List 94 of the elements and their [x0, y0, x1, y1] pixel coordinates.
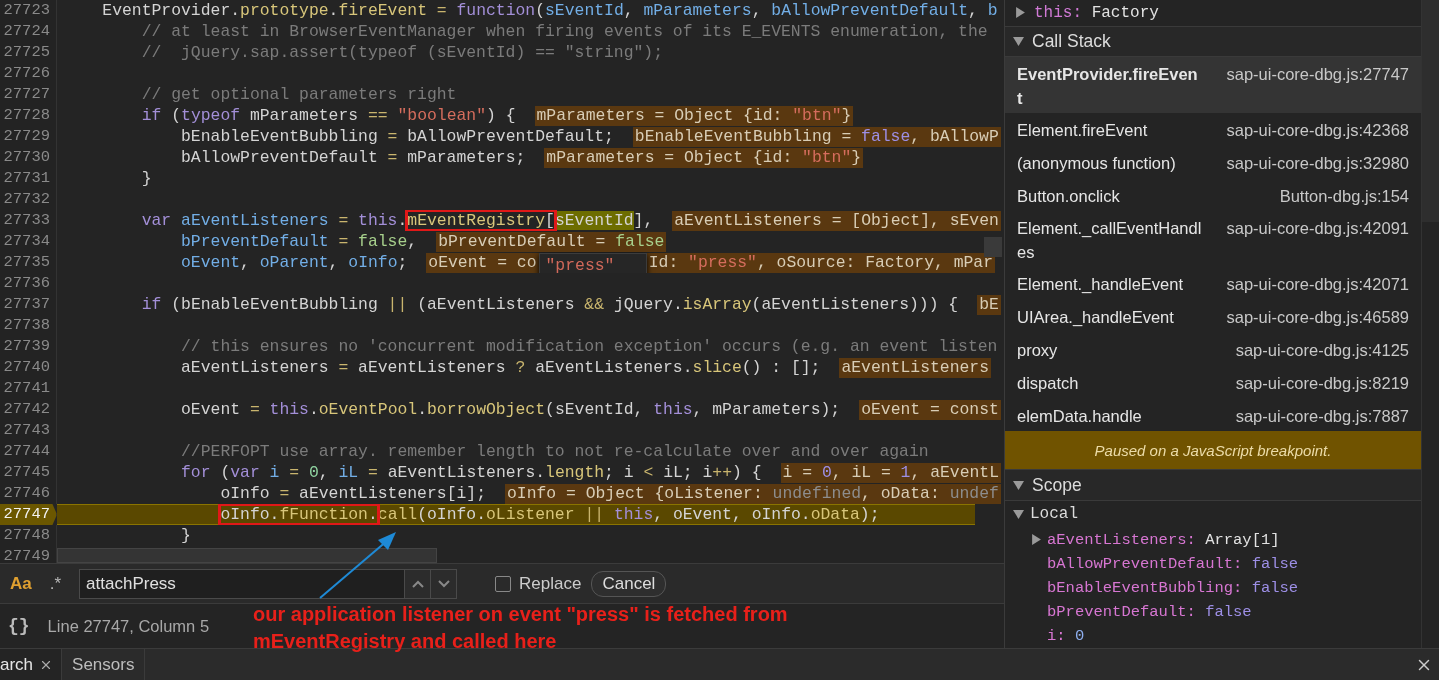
function-name: dispatch	[1017, 372, 1080, 394]
regex-toggle[interactable]: .*	[45, 571, 66, 596]
section-title[interactable]: Scope	[1032, 474, 1082, 496]
code-line: for (var i = 0, iL = aEventListeners.length; i < iL; i++) {	[180, 462, 762, 483]
inline-value: mParameters = Object {id: "btn"}	[544, 147, 864, 168]
chevron-up-icon	[411, 579, 424, 588]
inline-value: i = 0, iL = 1, aEventL	[780, 462, 1001, 483]
replace-checkbox[interactable]	[495, 575, 512, 592]
call-stack-frame[interactable]: EventProvider.fireEvent sap-ui-core-dbg.js:27747	[1005, 57, 1421, 113]
code-line: bEnableEventBubbling = bAllowPreventDefault;	[180, 126, 614, 147]
scope-group[interactable]: Local	[1030, 505, 1078, 524]
source-location[interactable]: sap-ui-core-dbg.js:46589	[1203, 305, 1409, 329]
checkbox-label: Replace	[519, 573, 582, 594]
source-location[interactable]: sap-ui-core-dbg.js:8219	[1203, 370, 1409, 395]
code-line: // at least in BrowserEventManager when firing events of its E_EVENTS enumeration, the	[140, 21, 988, 42]
match-case-toggle[interactable]: Aa	[6, 571, 36, 596]
expand-arrow-icon[interactable]	[1015, 7, 1026, 19]
inline-value: oInfo = Object {oListener: undefined, oData: undef	[505, 483, 1001, 504]
call-stack-frame[interactable]: Element.fireEvent sap-ui-core-dbg.js:42368	[1005, 112, 1421, 146]
inline-value: mParameters = Object {id: "btn"}	[534, 105, 854, 126]
call-stack-frame[interactable]: Button.onclick Button-dbg.js:154	[1005, 178, 1421, 212]
code-line: bAllowPreventDefault = mParameters;	[180, 147, 526, 168]
cursor-position: Line 27747, Column 5	[47, 616, 210, 636]
function-name: Element._handleEvent	[1017, 274, 1185, 296]
next-match-button[interactable]	[431, 568, 458, 599]
inline-value: aEventListeners	[839, 357, 991, 378]
paused-banner: Paused on a JavaScript breakpoint.	[1005, 431, 1421, 470]
code-line: EventProvider.prototype.fireEvent = function(sEventId, mParameters, bAllowPreventDefault, b	[101, 0, 998, 21]
code-line: if (typeof mParameters == "boolean") {	[140, 105, 516, 126]
function-name: (anonymous function)	[1017, 152, 1177, 174]
function-name: EventProvider.fireEvent	[1017, 64, 1199, 110]
inline-value: oEvent = co	[426, 252, 539, 273]
collapse-arrow-icon[interactable]	[1013, 508, 1024, 520]
function-name: UIArea._handleEvent	[1017, 307, 1175, 328]
call-stack-frame[interactable]: elemData.handle sap-ui-core-dbg.js:7887	[1005, 398, 1421, 432]
chevron-down-icon	[437, 579, 450, 588]
code-line: oEvent, oParent, oInfo;	[180, 252, 408, 273]
drawer-tab[interactable]: arch	[0, 649, 63, 680]
scrollbar-thumb[interactable]	[57, 548, 437, 563]
call-stack-frame[interactable]: dispatch sap-ui-core-dbg.js:8219	[1005, 365, 1421, 399]
inline-value: bEnableEventBubbling = false, bAllowP	[632, 126, 1001, 147]
scope-variable[interactable]: bEnableEventBubbling: false	[1047, 578, 1299, 597]
annotation-note: our application listener on event "press" is fetched from mEventRegistry and called here	[253, 602, 789, 654]
source-location[interactable]: sap-ui-core-dbg.js:42091	[1203, 216, 1409, 241]
call-stack-frame[interactable]: Element._callEventHandles sap-ui-core-dbg.js:42091	[1005, 211, 1421, 268]
collapse-arrow-icon[interactable]	[1013, 35, 1024, 47]
scope-variable[interactable]: this: Factory	[1034, 3, 1159, 22]
code-line: aEventListeners = aEventListeners ? aEventListeners.slice() : [];	[180, 357, 821, 378]
line-number[interactable]: 27747	[0, 504, 57, 525]
function-name: Element.fireEvent	[1017, 119, 1149, 141]
code-line: if (bEnableEventBubbling || (aEventListeners && jQuery.isArray(aEventListeners))) {	[140, 294, 959, 315]
source-location[interactable]: sap-ui-core-dbg.js:4125	[1203, 337, 1409, 362]
code-line: // jQuery.sap.assert(typeof (sEventId) == "string");	[140, 42, 663, 63]
source-location[interactable]: sap-ui-core-dbg.js:42368	[1203, 117, 1409, 142]
function-name: Element._callEventHandles	[1017, 218, 1203, 264]
scope-variable[interactable]: bPreventDefault: false	[1047, 602, 1252, 621]
source-location[interactable]: sap-ui-core-dbg.js:32980	[1203, 150, 1409, 175]
code-line: }	[180, 525, 191, 546]
inline-value: aEventListeners = [Object], sEven	[672, 210, 1001, 231]
function-name: proxy	[1017, 339, 1059, 361]
inline-value: oEvent = const	[859, 399, 1001, 420]
pretty-print-button[interactable]: {}	[8, 616, 30, 636]
inline-value: Id: "press", oSource: Factory, mPar	[646, 252, 995, 273]
code-line: //PERFOPT use array. remember length to not re-calculate over and over again	[180, 441, 929, 462]
section-title[interactable]: Call Stack	[1032, 30, 1111, 52]
source-location[interactable]: Button-dbg.js:154	[1203, 183, 1409, 208]
code-line: // get optional parameters right	[140, 84, 457, 105]
search-field[interactable]: attachPress	[79, 568, 406, 599]
code-line: bPreventDefault = false,	[180, 231, 418, 252]
inline-value: bE	[977, 294, 1001, 315]
code-line: }	[140, 168, 152, 189]
expand-arrow-icon[interactable]	[1031, 534, 1042, 546]
source-location[interactable]: sap-ui-core-dbg.js:7887	[1203, 403, 1409, 428]
call-stack-frame[interactable]: Element._handleEvent sap-ui-core-dbg.js:42071	[1005, 267, 1421, 300]
code-line: // this ensures no 'concurrent modification exception' occurs (e.g. an event listen	[180, 336, 998, 357]
value-tooltip: "press"	[538, 252, 647, 273]
call-stack-frame[interactable]: UIArea._handleEvent sap-ui-core-dbg.js:46589	[1005, 300, 1421, 333]
function-name: elemData.handle	[1017, 405, 1143, 427]
code-line: oInfo = aEventListeners[i];	[219, 483, 486, 504]
source-location[interactable]: sap-ui-core-dbg.js:42071	[1203, 272, 1409, 297]
collapse-arrow-icon[interactable]	[1013, 479, 1024, 491]
code-line: var aEventListeners = this.mEventRegistry[sEventId],	[140, 210, 654, 231]
cancel-button[interactable]: Cancel	[591, 570, 667, 597]
scrollbar-thumb[interactable]	[984, 237, 1002, 257]
call-stack-frame[interactable]: proxy sap-ui-core-dbg.js:4125	[1005, 332, 1421, 366]
code-line: oEvent = this.oEventPool.borrowObject(sEventId, this, mParameters);	[180, 399, 841, 420]
previous-match-button[interactable]	[405, 568, 432, 599]
scope-variable[interactable]: aEventListeners: Array[1]	[1047, 530, 1280, 549]
scope-variable[interactable]: bAllowPreventDefault: false	[1047, 554, 1299, 573]
call-stack-frame[interactable]: (anonymous function) sap-ui-core-dbg.js:32980	[1005, 145, 1421, 179]
source-location[interactable]: sap-ui-core-dbg.js:27747	[1203, 62, 1409, 87]
function-name: Button.onclick	[1017, 185, 1121, 207]
scope-variable[interactable]: i: 0	[1047, 626, 1085, 645]
inline-value: bPreventDefault = false	[436, 231, 667, 252]
